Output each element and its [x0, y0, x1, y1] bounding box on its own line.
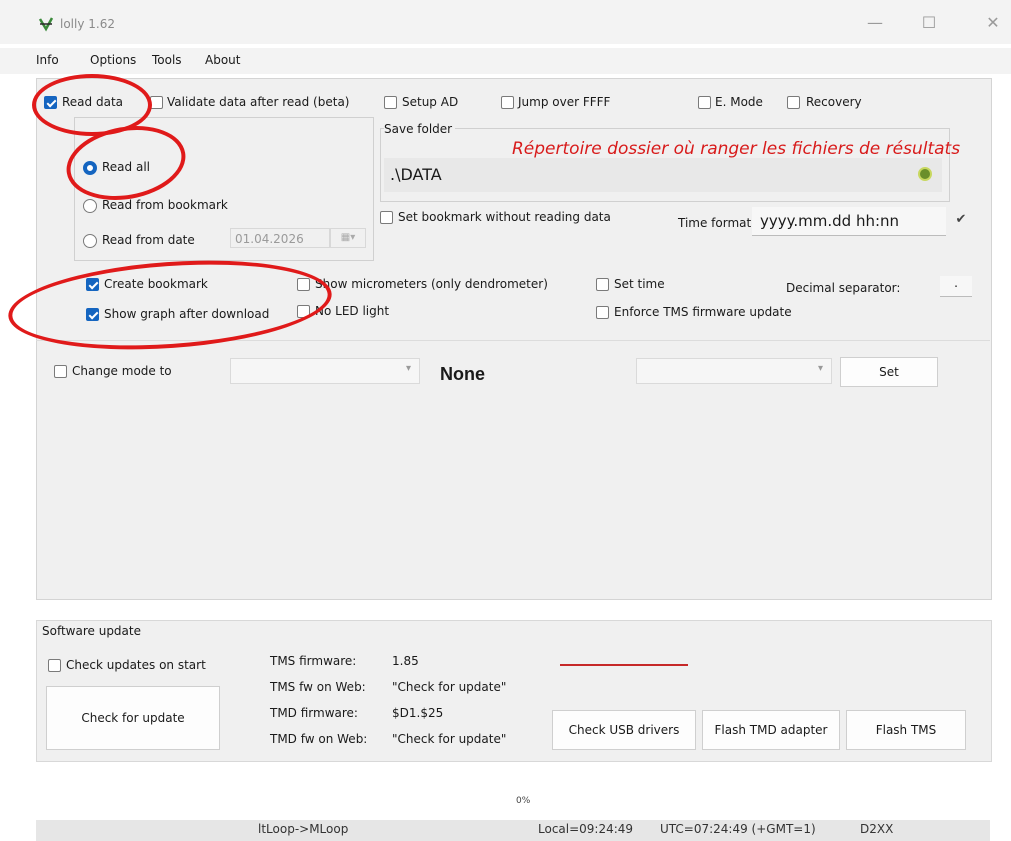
close-button[interactable]: ✕: [980, 12, 1006, 34]
read-bookmark-radio[interactable]: [83, 199, 97, 213]
status-loop: ltLoop->MLoop: [258, 822, 349, 836]
tmd-web-value: "Check for update": [392, 732, 507, 746]
software-update-title: Software update: [42, 624, 145, 638]
progress-bar: [36, 783, 990, 817]
show-micrometers-label: Show micrometers (only dendrometer): [315, 277, 548, 291]
check-for-update-button[interactable]: Check for update: [46, 686, 220, 750]
progress-text: 0%: [516, 796, 531, 806]
apply-check-icon[interactable]: ✔: [950, 209, 972, 231]
decimal-separator-field[interactable]: .: [940, 276, 972, 297]
maximize-button[interactable]: ☐: [916, 12, 942, 34]
menu-info[interactable]: Info: [36, 53, 59, 67]
save-path-value: .\DATA: [390, 165, 442, 184]
check-on-start-checkbox[interactable]: [48, 659, 61, 672]
jump-ffff-checkbox[interactable]: [501, 96, 514, 109]
window-title: lolly 1.62: [60, 17, 115, 31]
read-bookmark-label: Read from bookmark: [102, 198, 228, 212]
read-date-label: Read from date: [102, 233, 195, 247]
tmd-web-label: TMD fw on Web:: [270, 732, 368, 746]
set-button[interactable]: Set: [840, 357, 938, 387]
menu-tools[interactable]: Tools: [152, 53, 182, 67]
mode-option-select[interactable]: ▾: [636, 358, 832, 384]
status-utc-time: UTC=07:24:49 (+GMT=1): [660, 822, 816, 836]
change-mode-label: Change mode to: [72, 364, 172, 378]
app-icon: [38, 17, 54, 32]
flash-tms-button[interactable]: Flash TMS: [846, 710, 966, 750]
status-local-time: Local=09:24:49: [538, 822, 634, 836]
title-bar: [0, 0, 1011, 44]
time-format-value: yyyy.mm.dd hh:nn: [760, 212, 900, 230]
tms-firmware-label: TMS firmware:: [270, 654, 357, 668]
recovery-checkbox[interactable]: [787, 96, 800, 109]
set-bookmark-checkbox[interactable]: [380, 211, 393, 224]
tms-firmware-value: 1.85: [392, 654, 419, 668]
enforce-tms-checkbox[interactable]: [596, 306, 609, 319]
chevron-down-icon: ▾: [405, 363, 411, 374]
set-time-label: Set time: [614, 277, 665, 291]
tmd-firmware-label: TMD firmware:: [270, 706, 358, 720]
e-mode-checkbox[interactable]: [698, 96, 711, 109]
current-mode-value: None: [440, 364, 485, 384]
minimize-button[interactable]: —: [862, 12, 888, 34]
setup-ad-checkbox[interactable]: [384, 96, 397, 109]
time-format-label: Time format: [678, 216, 752, 230]
validate-checkbox[interactable]: [150, 96, 163, 109]
e-mode-label: E. Mode: [715, 95, 763, 109]
status-bar: [36, 820, 990, 841]
enforce-tms-label: Enforce TMS firmware update: [614, 305, 792, 319]
check-on-start-label: Check updates on start: [66, 658, 206, 672]
recovery-label: Recovery: [806, 95, 862, 109]
jump-ffff-label: Jump over FFFF: [518, 95, 611, 109]
decimal-separator-label: Decimal separator:: [786, 281, 901, 295]
flash-tmd-button[interactable]: Flash TMD adapter: [702, 710, 840, 750]
read-date-radio[interactable]: [83, 234, 97, 248]
menu-about[interactable]: About: [205, 53, 240, 67]
chevron-down-icon: ▾: [817, 363, 823, 374]
tmd-firmware-value: $D1.$25: [392, 706, 444, 720]
mode-select[interactable]: ▾: [230, 358, 420, 384]
setup-ad-label: Setup AD: [402, 95, 459, 109]
check-usb-button[interactable]: Check USB drivers: [552, 710, 696, 750]
validate-label: Validate data after read (beta): [167, 95, 350, 109]
tms-web-value: "Check for update": [392, 680, 507, 694]
set-time-checkbox[interactable]: [596, 278, 609, 291]
save-folder-label: Save folder: [384, 122, 456, 136]
menu-options[interactable]: Options: [90, 53, 136, 67]
tms-web-label: TMS fw on Web:: [270, 680, 366, 694]
change-mode-checkbox[interactable]: [54, 365, 67, 378]
status-driver: D2XX: [860, 822, 894, 836]
browse-folder-icon[interactable]: [918, 167, 932, 181]
status-indicator-line: [560, 664, 688, 666]
read-date-field[interactable]: 01.04.2026: [230, 228, 330, 248]
set-bookmark-label: Set bookmark without reading data: [398, 210, 611, 224]
annotation-text: Répertoire dossier où ranger les fichier…: [512, 139, 961, 159]
calendar-dropdown-icon[interactable]: ▦▾: [330, 228, 366, 248]
